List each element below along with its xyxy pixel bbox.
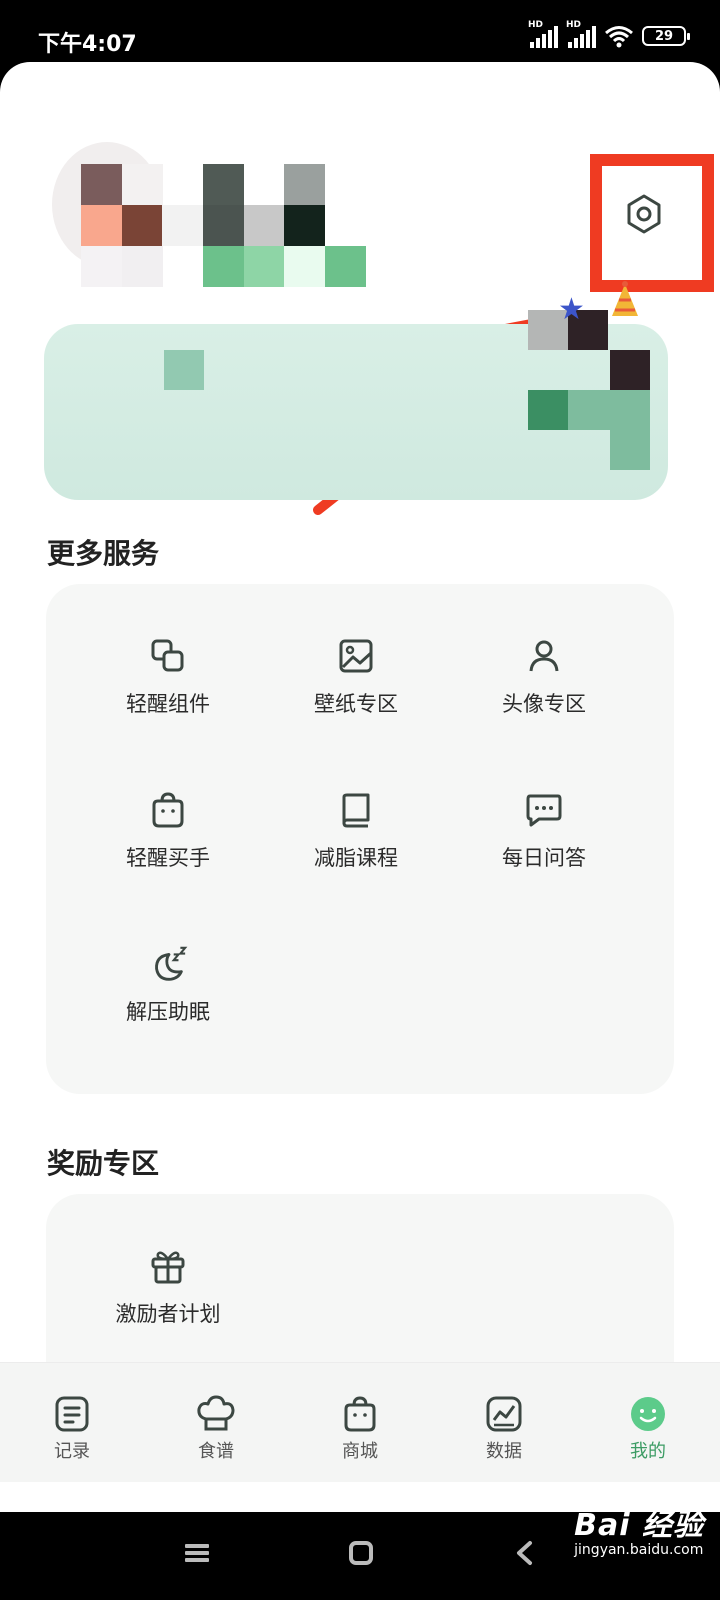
service-buyer[interactable]: 轻醒买手 [88,790,248,872]
username-pixel [244,246,285,287]
bottom-tab-bar: 记录 食谱 商城 数据 我的 [0,1362,720,1482]
chef-hat-icon [197,1395,235,1431]
tab-data[interactable]: 数据 [464,1395,544,1463]
star-icon: ★ [558,292,585,327]
baidu-watermark: Bai 经验 jingyan.baidu.com [574,1500,704,1558]
shopping-bag-icon [344,1396,376,1432]
username-pixel [162,205,203,246]
service-label: 头像专区 [502,692,586,716]
service-sleep[interactable]: 解压助眠 [88,944,248,1026]
member-banner[interactable]: ★ [44,281,668,500]
username-pixel [284,164,325,205]
username-pixel [284,205,325,246]
status-time: 下午4:07 [38,32,137,57]
avatar-pixel [122,246,163,287]
tab-label: 数据 [486,1441,522,1462]
signal-hd-badge: HD [566,20,582,30]
username-pixel [203,246,244,287]
banner-pixel [610,430,650,470]
banner-pixel [610,350,650,390]
service-avatar[interactable]: 头像专区 [464,636,624,718]
battery-level: 29 [654,28,674,44]
service-label: 壁纸专区 [314,692,398,716]
annotation-highlight-box [590,154,714,292]
wifi-icon [605,26,633,48]
banner-pixel [528,390,568,430]
chart-icon [486,1396,522,1432]
service-label: 减脂课程 [314,846,398,870]
watermark-main: Bai 经验 [574,1508,704,1543]
service-widget[interactable]: 轻醒组件 [88,636,248,718]
service-label: 解压助眠 [126,1000,210,1024]
party-hat-icon [612,281,638,316]
home-nav-icon[interactable] [348,1540,374,1566]
moon-sleep-icon [148,944,188,984]
reward-incentive-plan[interactable]: 激励者计划 [88,1246,248,1328]
username-pixel [203,205,244,246]
username-pixel [203,164,244,205]
avatar-pixel [81,164,122,205]
reward-label: 激励者计划 [115,1302,221,1326]
avatar-pixel [122,205,163,246]
service-wallpaper[interactable]: 壁纸专区 [276,636,436,718]
username-pixel [325,246,366,287]
tab-mine[interactable]: 我的 [608,1395,688,1463]
battery-icon: 29 [642,26,690,46]
tab-label: 食谱 [198,1441,234,1462]
avatar-pixel [81,205,122,246]
rewards-section-title: 奖励专区 [47,1147,160,1180]
services-section-title: 更多服务 [47,537,160,570]
status-icons: HD HD 29 [528,20,690,48]
avatar-pixel [122,164,163,205]
banner-pixel [568,390,650,430]
profile-screen: ★ 更多服务 轻醒组件 壁纸专区 头像专区 轻醒买手 减脂课程 每日问答 解压助… [0,62,720,1512]
tab-shop[interactable]: 商城 [320,1395,400,1463]
signal-icon: HD [566,20,596,48]
service-label: 每日问答 [502,846,586,870]
services-card: 轻醒组件 壁纸专区 头像专区 轻醒买手 减脂课程 每日问答 解压助眠 [46,584,674,1094]
service-qa[interactable]: 每日问答 [464,790,624,872]
service-label: 轻醒组件 [126,692,210,716]
username-pixel [244,205,285,246]
tab-label: 记录 [54,1441,90,1462]
chat-icon [524,790,564,830]
tab-record[interactable]: 记录 [32,1395,112,1463]
tab-label: 商城 [342,1441,378,1462]
back-nav-icon[interactable] [514,1540,534,1566]
banner-pixel [164,350,204,390]
watermark-sub: jingyan.baidu.com [574,1542,704,1558]
signal-icon: HD [528,20,558,48]
avatar-pixel [81,246,122,287]
tab-recipes[interactable]: 食谱 [176,1395,256,1463]
signal-hd-badge: HD [528,20,544,30]
username-pixel [284,246,325,287]
service-label: 轻醒买手 [126,846,210,870]
service-course[interactable]: 减脂课程 [276,790,436,872]
widget-icon [148,636,188,676]
smile-icon [631,1397,665,1431]
book-icon [336,790,376,830]
person-icon [524,636,564,676]
image-icon [336,636,376,676]
record-icon [55,1396,89,1432]
status-bar: 下午4:07 HD HD 29 [0,0,720,66]
menu-nav-icon[interactable] [184,1542,210,1564]
gift-icon [148,1246,188,1286]
shopping-bag-icon [148,790,188,830]
tab-label: 我的 [630,1441,666,1462]
